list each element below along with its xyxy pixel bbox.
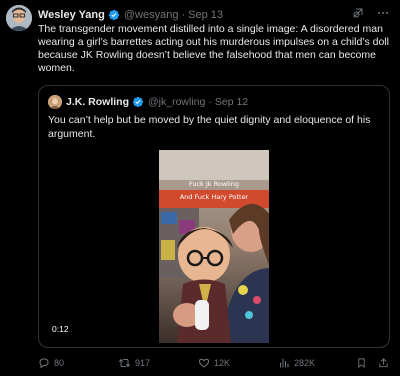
- separator-dot: ·: [181, 9, 186, 21]
- share-button[interactable]: [378, 356, 389, 370]
- bookmark-icon: [358, 358, 365, 368]
- like-count: 12K: [214, 358, 231, 368]
- repost-count: 917: [135, 358, 151, 368]
- like-button[interactable]: 12K: [198, 356, 230, 370]
- video-player[interactable]: Fuck Jk Rowling And Fuck Hary Potter: [159, 150, 269, 343]
- quoted-author-avatar[interactable]: [48, 95, 62, 109]
- reply-count: 80: [54, 358, 65, 368]
- tweet[interactable]: Wesley Yang @wesyang · Sep 13 The transg…: [0, 0, 400, 376]
- tweet-date[interactable]: Sep 13: [188, 9, 223, 21]
- author-handle[interactable]: @wesyang: [124, 9, 179, 21]
- video-caption-line1: Fuck Jk Rowling: [188, 180, 240, 188]
- tweet-text: The transgender movement distilled into …: [38, 23, 389, 74]
- action-bar: 80 917 12K 282K: [38, 356, 390, 370]
- bookmark-button[interactable]: [356, 356, 367, 370]
- views-button[interactable]: 282K: [278, 356, 315, 370]
- quoted-author-name[interactable]: J.K. Rowling: [66, 96, 129, 108]
- repost-icon: [119, 359, 130, 367]
- share-icon: [379, 358, 388, 368]
- heart-icon: [198, 358, 210, 368]
- separator-dot: ·: [208, 96, 212, 108]
- quoted-author-handle[interactable]: @jk_rowling: [148, 96, 205, 108]
- views-count: 282K: [294, 358, 316, 368]
- views-icon: [280, 358, 289, 368]
- quoted-tweet-header: J.K. Rowling @jk_rowling · Sep 12: [48, 95, 248, 109]
- reply-button[interactable]: 80: [38, 356, 64, 370]
- tweet-header: Wesley Yang @wesyang · Sep 13: [38, 7, 392, 23]
- author-name[interactable]: Wesley Yang: [38, 9, 105, 21]
- verified-badge-icon: [132, 96, 144, 108]
- video-caption-line2: And Fuck Hary Potter: [179, 193, 249, 201]
- quoted-tweet-text: You can’t help but be moved by the quiet…: [48, 114, 371, 140]
- grok-icon[interactable]: [352, 7, 364, 19]
- video-frame: [159, 150, 269, 343]
- quoted-tweet-date[interactable]: Sep 12: [215, 96, 248, 108]
- reply-icon: [39, 358, 49, 369]
- video-duration: 0:12: [52, 324, 69, 334]
- quoted-tweet[interactable]: J.K. Rowling @jk_rowling · Sep 12 You ca…: [38, 85, 390, 348]
- verified-badge-icon: [108, 9, 120, 21]
- repost-button[interactable]: 917: [118, 356, 150, 370]
- author-avatar[interactable]: [6, 5, 32, 31]
- more-options-icon[interactable]: [378, 12, 388, 14]
